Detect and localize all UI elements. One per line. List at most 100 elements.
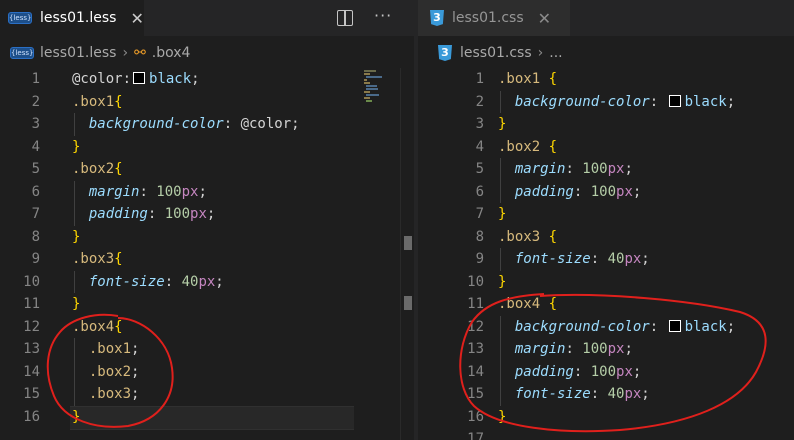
- code-token: 100: [156, 183, 182, 200]
- left-tab-bar: {less} less01.less ✕ ···: [0, 0, 414, 36]
- indent-guide: [500, 90, 501, 113]
- code-text: background-color: @color;: [72, 113, 300, 136]
- code-line: 11 .box4 {: [418, 293, 794, 316]
- code-token: 100: [582, 161, 608, 177]
- code-token: ;: [726, 318, 736, 335]
- code-editor-less[interactable]: 1 @color: black; 2 .box1{3 background-color:…: [0, 68, 414, 440]
- code-line: 1 .box1 {: [418, 68, 794, 91]
- code-token: margin: [88, 183, 140, 200]
- breadcrumb-file[interactable]: less01.less: [40, 45, 116, 61]
- code-token: 100: [582, 341, 608, 357]
- line-number: 8: [31, 228, 40, 245]
- code-text: .box2 {: [498, 136, 557, 159]
- indent-guide: [500, 158, 501, 203]
- code-line: 6 padding: 100px;: [418, 181, 794, 204]
- vertical-scrollbar[interactable]: [400, 68, 414, 440]
- tab-less01-less[interactable]: {less} less01.less ✕: [0, 0, 144, 36]
- code-token: ;: [215, 273, 224, 290]
- symbol-class-icon: ⚯: [134, 45, 146, 61]
- code-token: .box2: [72, 161, 115, 177]
- line-number: 9: [475, 251, 484, 267]
- minimap[interactable]: [364, 70, 384, 104]
- code-token: ;: [131, 363, 140, 380]
- line-number: 3: [475, 116, 484, 132]
- code-text: margin: 100px;: [72, 181, 207, 204]
- more-actions-icon[interactable]: ···: [374, 6, 392, 25]
- code-line: 10 font-size: 40px;: [0, 271, 414, 294]
- indent-guide: [74, 338, 75, 406]
- code-line: 1 @color: black;: [0, 68, 414, 91]
- breadcrumb-file[interactable]: less01.css: [460, 45, 532, 61]
- code-token: px: [607, 341, 625, 357]
- indent-guide: [74, 180, 75, 226]
- code-token: px: [190, 206, 207, 222]
- code-token: {: [548, 296, 558, 312]
- line-number: 7: [475, 206, 484, 222]
- code-text: background-color: black;: [498, 91, 735, 114]
- code-token: @color: [72, 71, 123, 87]
- breadcrumb-separator: ›: [122, 45, 129, 61]
- code-token: :: [223, 116, 241, 132]
- code-line: 15 .box3;: [0, 383, 414, 406]
- code-token: @color: [240, 116, 292, 132]
- code-text: @color: black;: [72, 68, 200, 91]
- color-swatch[interactable]: [668, 94, 681, 107]
- code-token: :: [649, 93, 667, 110]
- code-token: margin: [514, 161, 566, 177]
- code-token: ;: [291, 116, 300, 132]
- code-token: ;: [131, 341, 140, 357]
- line-number: 16: [467, 408, 484, 425]
- code-token: }: [72, 138, 81, 155]
- line-number: 14: [467, 363, 484, 380]
- code-text: font-size: 40px;: [498, 248, 650, 271]
- code-token: ;: [198, 183, 207, 200]
- close-icon[interactable]: ✕: [130, 9, 143, 28]
- code-token: px: [616, 183, 633, 200]
- code-token: :: [164, 273, 182, 290]
- code-token: padding: [514, 363, 574, 380]
- code-text: }: [498, 203, 506, 226]
- code-token: ;: [726, 93, 736, 110]
- breadcrumb-symbol[interactable]: ...: [549, 45, 562, 61]
- line-number: 8: [475, 228, 484, 245]
- code-token: ;: [632, 183, 642, 200]
- code-token: .box3: [72, 251, 115, 267]
- code-token: .box2: [498, 138, 541, 155]
- code-line: 11}: [0, 293, 414, 316]
- code-token: padding: [88, 206, 148, 222]
- line-number: 12: [467, 318, 484, 335]
- close-icon[interactable]: ✕: [538, 9, 551, 28]
- code-token: background-color: [514, 318, 650, 335]
- color-swatch[interactable]: [668, 319, 681, 332]
- code-line: 8}: [0, 226, 414, 249]
- code-token: font-size: [514, 386, 591, 402]
- code-token: px: [198, 273, 216, 290]
- code-token: black: [149, 71, 192, 87]
- code-text: .box2;: [72, 361, 140, 384]
- code-token: black: [684, 93, 727, 110]
- code-line: 15 font-size: 40px;: [418, 383, 794, 406]
- code-token: :: [573, 183, 591, 200]
- code-token: background-color: [88, 116, 224, 132]
- breadcrumb: 3 less01.css › ...: [418, 42, 563, 64]
- line-number: 6: [31, 183, 40, 200]
- code-text: padding: 100px;: [498, 181, 641, 204]
- breadcrumb-symbol[interactable]: .box4: [152, 45, 191, 61]
- code-line: 2 background-color: black;: [418, 91, 794, 114]
- split-editor-icon[interactable]: [337, 10, 353, 26]
- code-text: .box4 {: [498, 293, 557, 316]
- color-swatch[interactable]: [133, 72, 146, 84]
- tab-less01-css[interactable]: 3 less01.css ✕: [418, 0, 570, 36]
- code-token: px: [616, 363, 633, 380]
- line-number: 13: [467, 341, 484, 357]
- code-line: 5 .box2{: [0, 158, 414, 181]
- code-line: 7}: [418, 203, 794, 226]
- right-tab-bar: 3 less01.css ✕: [418, 0, 794, 36]
- code-line: 13 margin: 100px;: [418, 338, 794, 361]
- code-line: 9 font-size: 40px;: [418, 248, 794, 271]
- code-text: margin: 100px;: [498, 158, 633, 181]
- code-text: }: [498, 113, 506, 136]
- code-editor-css[interactable]: 1 .box1 {2 background-color: black; 3} 4 .bo…: [418, 68, 794, 440]
- left-editor-pane: {less} less01.less ✕ ··· {less} less01.l…: [0, 0, 414, 440]
